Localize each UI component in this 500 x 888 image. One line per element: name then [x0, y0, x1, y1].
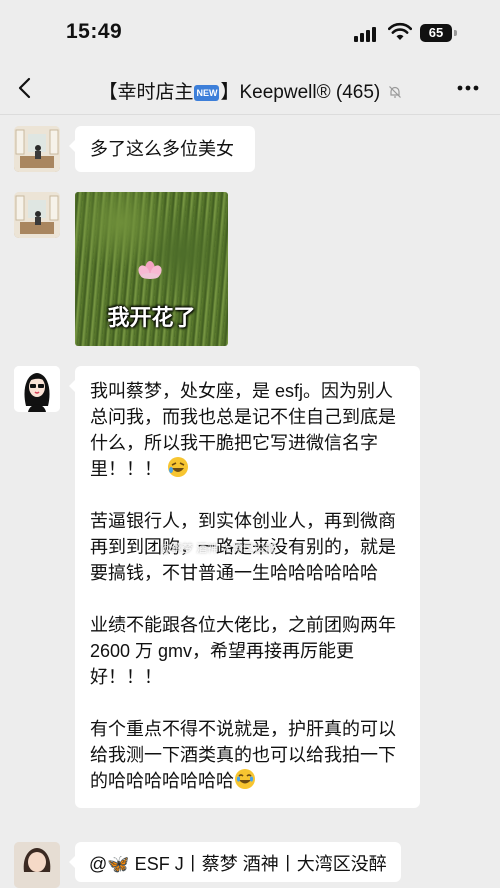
- avatar-room-image: [14, 126, 60, 172]
- mute-icon: [388, 86, 401, 98]
- sticker-image[interactable]: 我开花了: [75, 192, 228, 346]
- message-bubble[interactable]: 我叫蔡梦，处女座，是 esfj。因为别人总问我，而我也总是记不住自己到底是什么，…: [69, 366, 420, 808]
- status-time: 15:49: [66, 20, 123, 43]
- watermark: @蔡梦 酒神 大湾区没醉: [160, 543, 277, 555]
- avatar[interactable]: [14, 126, 60, 172]
- avatar-illustration: [14, 366, 60, 412]
- message-bubble[interactable]: @🦋 ESF J丨蔡梦 酒神丨大湾区没醉: [69, 842, 401, 882]
- status-bar: 15:49 65: [0, 0, 500, 64]
- chat-title-suffix: 】Keepwell® (465): [220, 82, 381, 103]
- joy-emoji: [235, 769, 255, 789]
- avatar[interactable]: [14, 366, 60, 412]
- back-icon[interactable]: [14, 76, 38, 100]
- avatar[interactable]: [14, 192, 60, 238]
- lotus-flower-icon: [138, 261, 162, 279]
- sticker-caption: 我开花了: [107, 305, 196, 330]
- message-bubble[interactable]: 多了这么多位美女: [69, 126, 255, 172]
- chat-header: 【幸时店主 NEW 】Keepwell® (465): [0, 64, 500, 115]
- battery-icon: 65: [420, 24, 452, 42]
- avatar-room-image: [14, 192, 60, 238]
- cellular-signal-icon: [354, 26, 382, 42]
- message-paragraph: 我叫蔡梦，处女座，是 esfj。因为别人总问我，而我也总是记不住自己到底是什么，…: [90, 381, 396, 479]
- battery-tip: [454, 30, 457, 36]
- message-paragraph: 有个重点不得不说就是，护肝真的可以给我测一下酒类真的也可以给我拍一下的哈哈哈哈哈…: [90, 719, 396, 791]
- new-badge-icon: NEW: [194, 85, 220, 101]
- chat-title[interactable]: 【幸时店主 NEW 】Keepwell® (465): [60, 77, 440, 104]
- wifi-icon: [388, 22, 412, 40]
- more-icon[interactable]: [456, 84, 480, 92]
- avatar-photo: [14, 842, 60, 888]
- avatar[interactable]: [14, 842, 60, 888]
- rolling-laughing-emoji: [168, 457, 189, 477]
- message-text: 多了这么多位美女: [90, 139, 234, 159]
- message-text: @🦋 ESF J丨蔡梦 酒神丨大湾区没醉: [89, 854, 387, 874]
- chat-title-prefix: 【幸时店主: [98, 82, 194, 103]
- message-paragraph: 业绩不能跟各位大佬比，之前团购两年 2600 万 gmv，希望再接再厉能更好！！…: [90, 615, 402, 687]
